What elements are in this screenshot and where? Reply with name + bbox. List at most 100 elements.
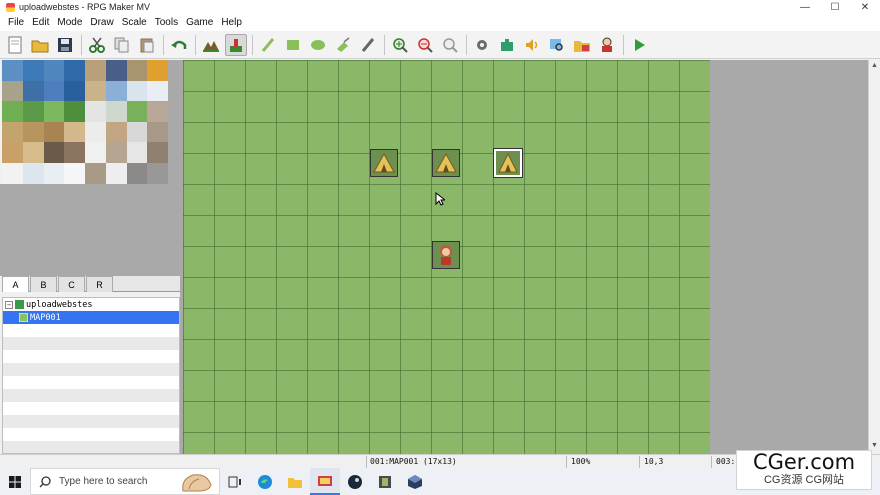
save-icon[interactable] bbox=[54, 34, 76, 56]
menu-file[interactable]: File bbox=[4, 17, 28, 28]
tile[interactable] bbox=[126, 142, 148, 163]
tileset-palette[interactable] bbox=[2, 60, 168, 184]
cut-icon[interactable] bbox=[86, 34, 108, 56]
tile[interactable] bbox=[147, 101, 168, 122]
event-tent[interactable] bbox=[370, 149, 398, 177]
menu-mode[interactable]: Mode bbox=[53, 17, 86, 28]
event-searcher-icon[interactable] bbox=[546, 34, 568, 56]
steam-icon[interactable] bbox=[340, 468, 370, 495]
taskbar-search-input[interactable]: Type here to search bbox=[30, 468, 220, 495]
resource-manager-icon[interactable] bbox=[571, 34, 593, 56]
tab-b[interactable]: B bbox=[30, 276, 57, 292]
cube-app-icon[interactable] bbox=[400, 468, 430, 495]
menu-scale[interactable]: Scale bbox=[118, 17, 151, 28]
tree-item-map001[interactable]: MAP001 bbox=[3, 311, 179, 324]
tile[interactable] bbox=[64, 80, 85, 102]
tile[interactable] bbox=[22, 142, 44, 163]
event-tent[interactable] bbox=[432, 149, 460, 177]
tile[interactable] bbox=[43, 101, 65, 122]
paste-icon[interactable] bbox=[136, 34, 158, 56]
tile[interactable] bbox=[2, 162, 23, 184]
tile[interactable] bbox=[126, 60, 148, 81]
event-mode-icon[interactable] bbox=[225, 33, 247, 56]
close-button[interactable]: ✕ bbox=[850, 0, 880, 14]
tree-root-item[interactable]: − uploadwebstes bbox=[3, 298, 179, 311]
tile[interactable] bbox=[43, 80, 65, 102]
copy-icon[interactable] bbox=[111, 34, 133, 56]
rpg-maker-taskbar-icon[interactable] bbox=[310, 468, 340, 495]
tile[interactable] bbox=[85, 60, 106, 81]
tile[interactable] bbox=[64, 142, 85, 163]
tile[interactable] bbox=[22, 101, 44, 122]
undo-icon[interactable] bbox=[168, 34, 190, 56]
tile[interactable] bbox=[105, 162, 127, 184]
tile[interactable] bbox=[126, 101, 148, 122]
scroll-up-icon[interactable]: ▲ bbox=[871, 62, 878, 69]
tile[interactable] bbox=[126, 121, 148, 143]
new-project-icon[interactable] bbox=[4, 34, 26, 56]
edge-browser-icon[interactable] bbox=[250, 468, 280, 495]
tile[interactable] bbox=[64, 162, 85, 184]
playtest-icon[interactable] bbox=[628, 34, 650, 56]
tile[interactable] bbox=[2, 80, 23, 102]
pencil-icon[interactable] bbox=[257, 34, 279, 56]
tile[interactable] bbox=[22, 60, 44, 81]
shadow-pen-icon[interactable] bbox=[357, 34, 379, 56]
tile[interactable] bbox=[2, 121, 23, 143]
windows-start-icon[interactable] bbox=[0, 468, 30, 495]
tile[interactable] bbox=[147, 162, 168, 184]
tile[interactable] bbox=[64, 121, 85, 143]
character-generator-icon[interactable] bbox=[596, 34, 618, 56]
game-app-icon[interactable] bbox=[370, 468, 400, 495]
tile[interactable] bbox=[43, 142, 65, 163]
tile[interactable] bbox=[2, 60, 23, 81]
tile[interactable] bbox=[147, 121, 168, 143]
tile[interactable] bbox=[22, 80, 44, 102]
file-explorer-icon[interactable] bbox=[280, 468, 310, 495]
tile[interactable] bbox=[85, 80, 106, 102]
tile[interactable] bbox=[22, 121, 44, 143]
tile[interactable] bbox=[43, 121, 65, 143]
open-folder-icon[interactable] bbox=[29, 34, 51, 56]
tile[interactable] bbox=[64, 60, 85, 81]
zoom-in-icon[interactable] bbox=[389, 34, 411, 56]
zoom-out-icon[interactable] bbox=[414, 34, 436, 56]
scroll-down-icon[interactable]: ▼ bbox=[871, 442, 878, 449]
tile[interactable] bbox=[126, 162, 148, 184]
tile[interactable] bbox=[105, 121, 127, 143]
tile[interactable] bbox=[105, 60, 127, 81]
actual-size-icon[interactable] bbox=[439, 34, 461, 56]
maximize-button[interactable]: ☐ bbox=[820, 0, 850, 14]
menu-tools[interactable]: Tools bbox=[151, 17, 182, 28]
menu-game[interactable]: Game bbox=[182, 17, 217, 28]
rectangle-icon[interactable] bbox=[282, 34, 304, 56]
ellipse-icon[interactable] bbox=[307, 34, 329, 56]
tile[interactable] bbox=[85, 162, 106, 184]
tile[interactable] bbox=[105, 142, 127, 163]
menu-edit[interactable]: Edit bbox=[28, 17, 53, 28]
tile[interactable] bbox=[126, 80, 148, 102]
tile[interactable] bbox=[43, 60, 65, 81]
tile[interactable] bbox=[2, 142, 23, 163]
flood-fill-icon[interactable] bbox=[332, 34, 354, 56]
map-scrollbar[interactable]: ▲ ▼ bbox=[868, 60, 880, 454]
sound-test-icon[interactable] bbox=[521, 34, 543, 56]
menu-draw[interactable]: Draw bbox=[86, 17, 117, 28]
tile[interactable] bbox=[105, 101, 127, 122]
tile[interactable] bbox=[147, 60, 168, 81]
minimize-button[interactable]: — bbox=[790, 0, 820, 14]
tile[interactable] bbox=[22, 162, 44, 184]
tab-r[interactable]: R bbox=[86, 276, 113, 292]
tab-c[interactable]: C bbox=[58, 276, 85, 292]
tile[interactable] bbox=[85, 142, 106, 163]
tile[interactable] bbox=[85, 121, 106, 143]
tile[interactable] bbox=[147, 142, 168, 163]
tile[interactable] bbox=[64, 101, 85, 122]
tile[interactable] bbox=[2, 101, 23, 122]
plugin-manager-icon[interactable] bbox=[496, 34, 518, 56]
map-mode-icon[interactable] bbox=[200, 34, 222, 56]
event-tent-selected[interactable] bbox=[493, 148, 523, 178]
tile[interactable] bbox=[105, 80, 127, 102]
tile[interactable] bbox=[147, 80, 168, 102]
event-character[interactable] bbox=[432, 241, 460, 269]
